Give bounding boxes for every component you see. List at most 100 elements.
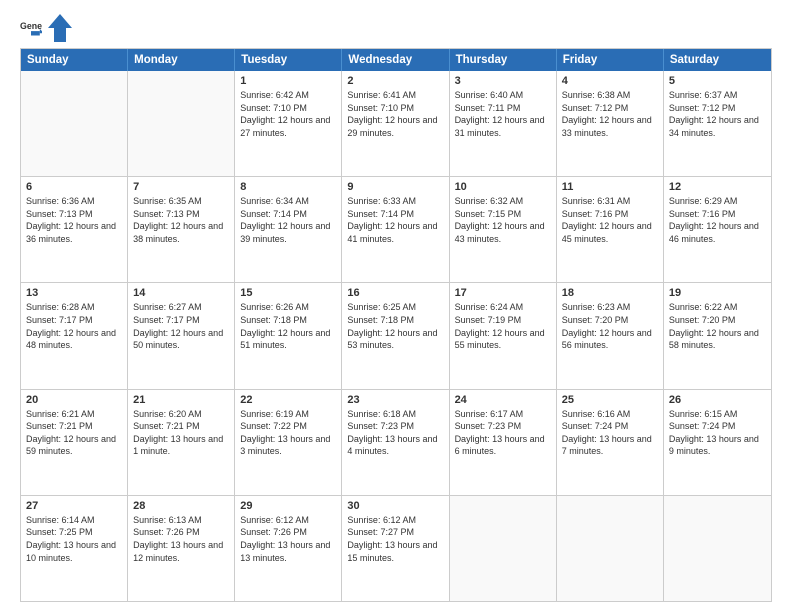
day-info: Sunrise: 6:24 AM Sunset: 7:19 PM Dayligh…: [455, 301, 551, 351]
calendar-cell: 13 Sunrise: 6:28 AM Sunset: 7:17 PM Dayli…: [21, 283, 128, 388]
day-number: 11: [562, 181, 658, 193]
calendar-cell: 22 Sunrise: 6:19 AM Sunset: 7:22 PM Dayli…: [235, 390, 342, 495]
calendar-cell: 19 Sunrise: 6:22 AM Sunset: 7:20 PM Dayli…: [664, 283, 771, 388]
day-number: 5: [669, 75, 766, 87]
calendar-cell: 3 Sunrise: 6:40 AM Sunset: 7:11 PM Daylig…: [450, 71, 557, 176]
day-number: 4: [562, 75, 658, 87]
day-info: Sunrise: 6:13 AM Sunset: 7:26 PM Dayligh…: [133, 514, 229, 564]
day-number: 7: [133, 181, 229, 193]
calendar-cell: 27 Sunrise: 6:14 AM Sunset: 7:25 PM Dayli…: [21, 496, 128, 601]
calendar-cell: 26 Sunrise: 6:15 AM Sunset: 7:24 PM Dayli…: [664, 390, 771, 495]
day-number: 12: [669, 181, 766, 193]
calendar-row-5: 27 Sunrise: 6:14 AM Sunset: 7:25 PM Dayli…: [21, 496, 771, 601]
day-number: 10: [455, 181, 551, 193]
day-info: Sunrise: 6:29 AM Sunset: 7:16 PM Dayligh…: [669, 195, 766, 245]
day-info: Sunrise: 6:32 AM Sunset: 7:15 PM Dayligh…: [455, 195, 551, 245]
calendar-cell: 11 Sunrise: 6:31 AM Sunset: 7:16 PM Dayli…: [557, 177, 664, 282]
day-info: Sunrise: 6:20 AM Sunset: 7:21 PM Dayligh…: [133, 408, 229, 458]
day-number: 8: [240, 181, 336, 193]
calendar-cell: [450, 496, 557, 601]
day-number: 9: [347, 181, 443, 193]
day-number: 22: [240, 394, 336, 406]
day-info: Sunrise: 6:34 AM Sunset: 7:14 PM Dayligh…: [240, 195, 336, 245]
day-number: 19: [669, 287, 766, 299]
day-info: Sunrise: 6:12 AM Sunset: 7:26 PM Dayligh…: [240, 514, 336, 564]
day-info: Sunrise: 6:31 AM Sunset: 7:16 PM Dayligh…: [562, 195, 658, 245]
day-info: Sunrise: 6:25 AM Sunset: 7:18 PM Dayligh…: [347, 301, 443, 351]
calendar-row-2: 6 Sunrise: 6:36 AM Sunset: 7:13 PM Daylig…: [21, 177, 771, 283]
day-number: 17: [455, 287, 551, 299]
day-info: Sunrise: 6:28 AM Sunset: 7:17 PM Dayligh…: [26, 301, 122, 351]
calendar-cell: 30 Sunrise: 6:12 AM Sunset: 7:27 PM Dayli…: [342, 496, 449, 601]
day-info: Sunrise: 6:38 AM Sunset: 7:12 PM Dayligh…: [562, 89, 658, 139]
day-info: Sunrise: 6:16 AM Sunset: 7:24 PM Dayligh…: [562, 408, 658, 458]
calendar-cell: 25 Sunrise: 6:16 AM Sunset: 7:24 PM Dayli…: [557, 390, 664, 495]
day-number: 15: [240, 287, 336, 299]
day-info: Sunrise: 6:36 AM Sunset: 7:13 PM Dayligh…: [26, 195, 122, 245]
day-number: 21: [133, 394, 229, 406]
day-number: 27: [26, 500, 122, 512]
logo-icon: [48, 14, 72, 42]
calendar-cell: 2 Sunrise: 6:41 AM Sunset: 7:10 PM Daylig…: [342, 71, 449, 176]
day-info: Sunrise: 6:12 AM Sunset: 7:27 PM Dayligh…: [347, 514, 443, 564]
day-info: Sunrise: 6:22 AM Sunset: 7:20 PM Dayligh…: [669, 301, 766, 351]
day-number: 6: [26, 181, 122, 193]
day-number: 3: [455, 75, 551, 87]
calendar-cell: 4 Sunrise: 6:38 AM Sunset: 7:12 PM Daylig…: [557, 71, 664, 176]
calendar-cell: 20Sunrise: 6:21 AM Sunset: 7:21 PM Dayli…: [21, 390, 128, 495]
day-number: 18: [562, 287, 658, 299]
day-info: Sunrise: 6:41 AM Sunset: 7:10 PM Dayligh…: [347, 89, 443, 139]
day-number: 14: [133, 287, 229, 299]
calendar-body: 1Sunrise: 6:42 AM Sunset: 7:10 PM Daylig…: [21, 71, 771, 601]
weekday-header-sunday: Sunday: [21, 49, 128, 71]
day-info: Sunrise: 6:15 AM Sunset: 7:24 PM Dayligh…: [669, 408, 766, 458]
day-info: Sunrise: 6:40 AM Sunset: 7:11 PM Dayligh…: [455, 89, 551, 139]
day-number: 28: [133, 500, 229, 512]
calendar-header: SundayMondayTuesdayWednesdayThursdayFrid…: [21, 49, 771, 71]
day-number: 1: [240, 75, 336, 87]
day-number: 2: [347, 75, 443, 87]
day-number: 30: [347, 500, 443, 512]
calendar-cell: 8 Sunrise: 6:34 AM Sunset: 7:14 PM Daylig…: [235, 177, 342, 282]
day-number: 13: [26, 287, 122, 299]
day-number: 26: [669, 394, 766, 406]
day-number: 25: [562, 394, 658, 406]
calendar-cell: 23 Sunrise: 6:18 AM Sunset: 7:23 PM Dayli…: [342, 390, 449, 495]
calendar-cell: [664, 496, 771, 601]
day-number: 23: [347, 394, 443, 406]
calendar-cell: 12 Sunrise: 6:29 AM Sunset: 7:16 PM Dayli…: [664, 177, 771, 282]
calendar-cell: 5Sunrise: 6:37 AM Sunset: 7:12 PM Daylig…: [664, 71, 771, 176]
weekday-header-tuesday: Tuesday: [235, 49, 342, 71]
calendar-cell: [21, 71, 128, 176]
calendar-cell: 7 Sunrise: 6:35 AM Sunset: 7:13 PM Daylig…: [128, 177, 235, 282]
calendar-cell: 16Sunrise: 6:25 AM Sunset: 7:18 PM Dayli…: [342, 283, 449, 388]
calendar-cell: 9 Sunrise: 6:33 AM Sunset: 7:14 PM Daylig…: [342, 177, 449, 282]
calendar-cell: 17 Sunrise: 6:24 AM Sunset: 7:19 PM Dayli…: [450, 283, 557, 388]
calendar-cell: 29Sunrise: 6:12 AM Sunset: 7:26 PM Dayli…: [235, 496, 342, 601]
day-number: 24: [455, 394, 551, 406]
calendar-cell: 24Sunrise: 6:17 AM Sunset: 7:23 PM Dayli…: [450, 390, 557, 495]
day-info: Sunrise: 6:35 AM Sunset: 7:13 PM Dayligh…: [133, 195, 229, 245]
calendar-row-4: 20Sunrise: 6:21 AM Sunset: 7:21 PM Dayli…: [21, 390, 771, 496]
calendar-cell: 6 Sunrise: 6:36 AM Sunset: 7:13 PM Daylig…: [21, 177, 128, 282]
day-info: Sunrise: 6:19 AM Sunset: 7:22 PM Dayligh…: [240, 408, 336, 458]
calendar-cell: 28 Sunrise: 6:13 AM Sunset: 7:26 PM Dayli…: [128, 496, 235, 601]
day-info: Sunrise: 6:26 AM Sunset: 7:18 PM Dayligh…: [240, 301, 336, 351]
calendar: SundayMondayTuesdayWednesdayThursdayFrid…: [20, 48, 772, 602]
calendar-cell: 18Sunrise: 6:23 AM Sunset: 7:20 PM Dayli…: [557, 283, 664, 388]
day-info: Sunrise: 6:18 AM Sunset: 7:23 PM Dayligh…: [347, 408, 443, 458]
weekday-header-wednesday: Wednesday: [342, 49, 449, 71]
calendar-row-1: 1Sunrise: 6:42 AM Sunset: 7:10 PM Daylig…: [21, 71, 771, 177]
weekday-header-saturday: Saturday: [664, 49, 771, 71]
calendar-cell: 21 Sunrise: 6:20 AM Sunset: 7:21 PM Dayli…: [128, 390, 235, 495]
calendar-cell: [557, 496, 664, 601]
svg-text:General: General: [20, 21, 42, 31]
day-info: Sunrise: 6:14 AM Sunset: 7:25 PM Dayligh…: [26, 514, 122, 564]
calendar-cell: 10 Sunrise: 6:32 AM Sunset: 7:15 PM Dayli…: [450, 177, 557, 282]
logo: General: [20, 18, 72, 42]
day-info: Sunrise: 6:33 AM Sunset: 7:14 PM Dayligh…: [347, 195, 443, 245]
calendar-cell: [128, 71, 235, 176]
calendar-row-3: 13 Sunrise: 6:28 AM Sunset: 7:17 PM Dayli…: [21, 283, 771, 389]
day-info: Sunrise: 6:27 AM Sunset: 7:17 PM Dayligh…: [133, 301, 229, 351]
weekday-header-friday: Friday: [557, 49, 664, 71]
